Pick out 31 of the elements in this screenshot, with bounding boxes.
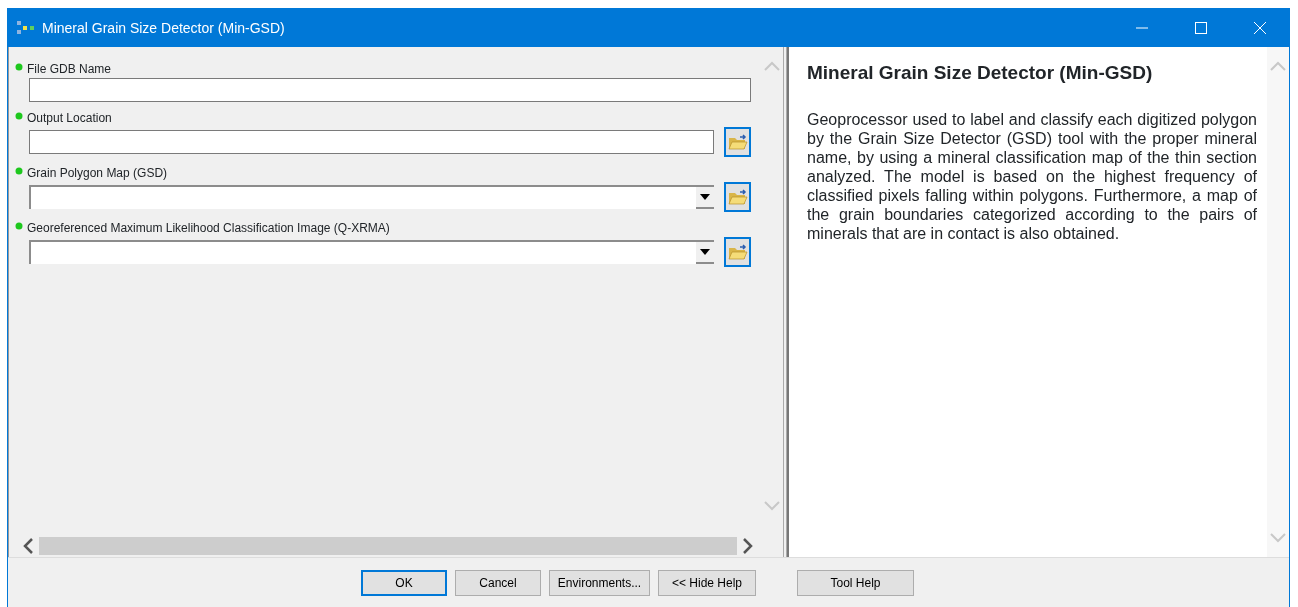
input-field[interactable] [29, 130, 714, 154]
dialog-button[interactable]: Cancel [455, 569, 541, 596]
dialog-button[interactable]: << Hide Help [658, 569, 756, 596]
close-icon[interactable] [1253, 22, 1266, 34]
parameter-label: Grain Polygon Map (GSD) [27, 165, 168, 181]
parameter-label: Output Location [27, 110, 112, 126]
input-field[interactable] [29, 78, 751, 102]
dropdown-arrow-icon[interactable] [700, 249, 710, 255]
scroll-left-icon[interactable] [23, 538, 33, 554]
required-dot-icon [15, 112, 23, 120]
window-title: Mineral Grain Size Detector (Min-GSD) [42, 18, 285, 38]
parameter-label: File GDB Name [27, 61, 112, 77]
help-title: Mineral Grain Size Detector (Min-GSD) [807, 61, 1154, 85]
dropdown-arrow-icon[interactable] [700, 194, 710, 200]
model-icon [16, 20, 36, 36]
required-dot-icon [15, 222, 23, 230]
dialog-button[interactable]: OK [361, 569, 447, 596]
help-text: Geoprocessor used to label and classify each digitized polygon by the Grain Size Detector (GSD) tool with the proper mineral name, by using a mineral classification map of the thin section analyzed. The model is based on the highest frequency of classified pixels falling within polygons. Furthermore, a map of the grain boundaries categorized according to the pairs of minerals that are in contact is also obtained. [807, 109, 1257, 243]
required-dot-icon [15, 63, 23, 71]
dropdown-field[interactable] [29, 240, 714, 264]
browse-button[interactable] [724, 182, 751, 212]
dropdown-field[interactable] [29, 185, 714, 209]
tool-help-button[interactable]: Tool Help [797, 569, 914, 596]
scrollbar-thumb[interactable] [39, 537, 737, 555]
required-dot-icon [15, 167, 23, 175]
scroll-right-icon[interactable] [743, 538, 753, 554]
maximize-icon[interactable] [1194, 22, 1207, 34]
browse-button[interactable] [724, 237, 751, 267]
browse-button[interactable] [724, 127, 751, 157]
parameter-label: Georeferenced Maximum Likelihood Classification Image (Q-XRMA) [27, 220, 390, 236]
dialog-button[interactable]: Environments... [549, 569, 650, 596]
